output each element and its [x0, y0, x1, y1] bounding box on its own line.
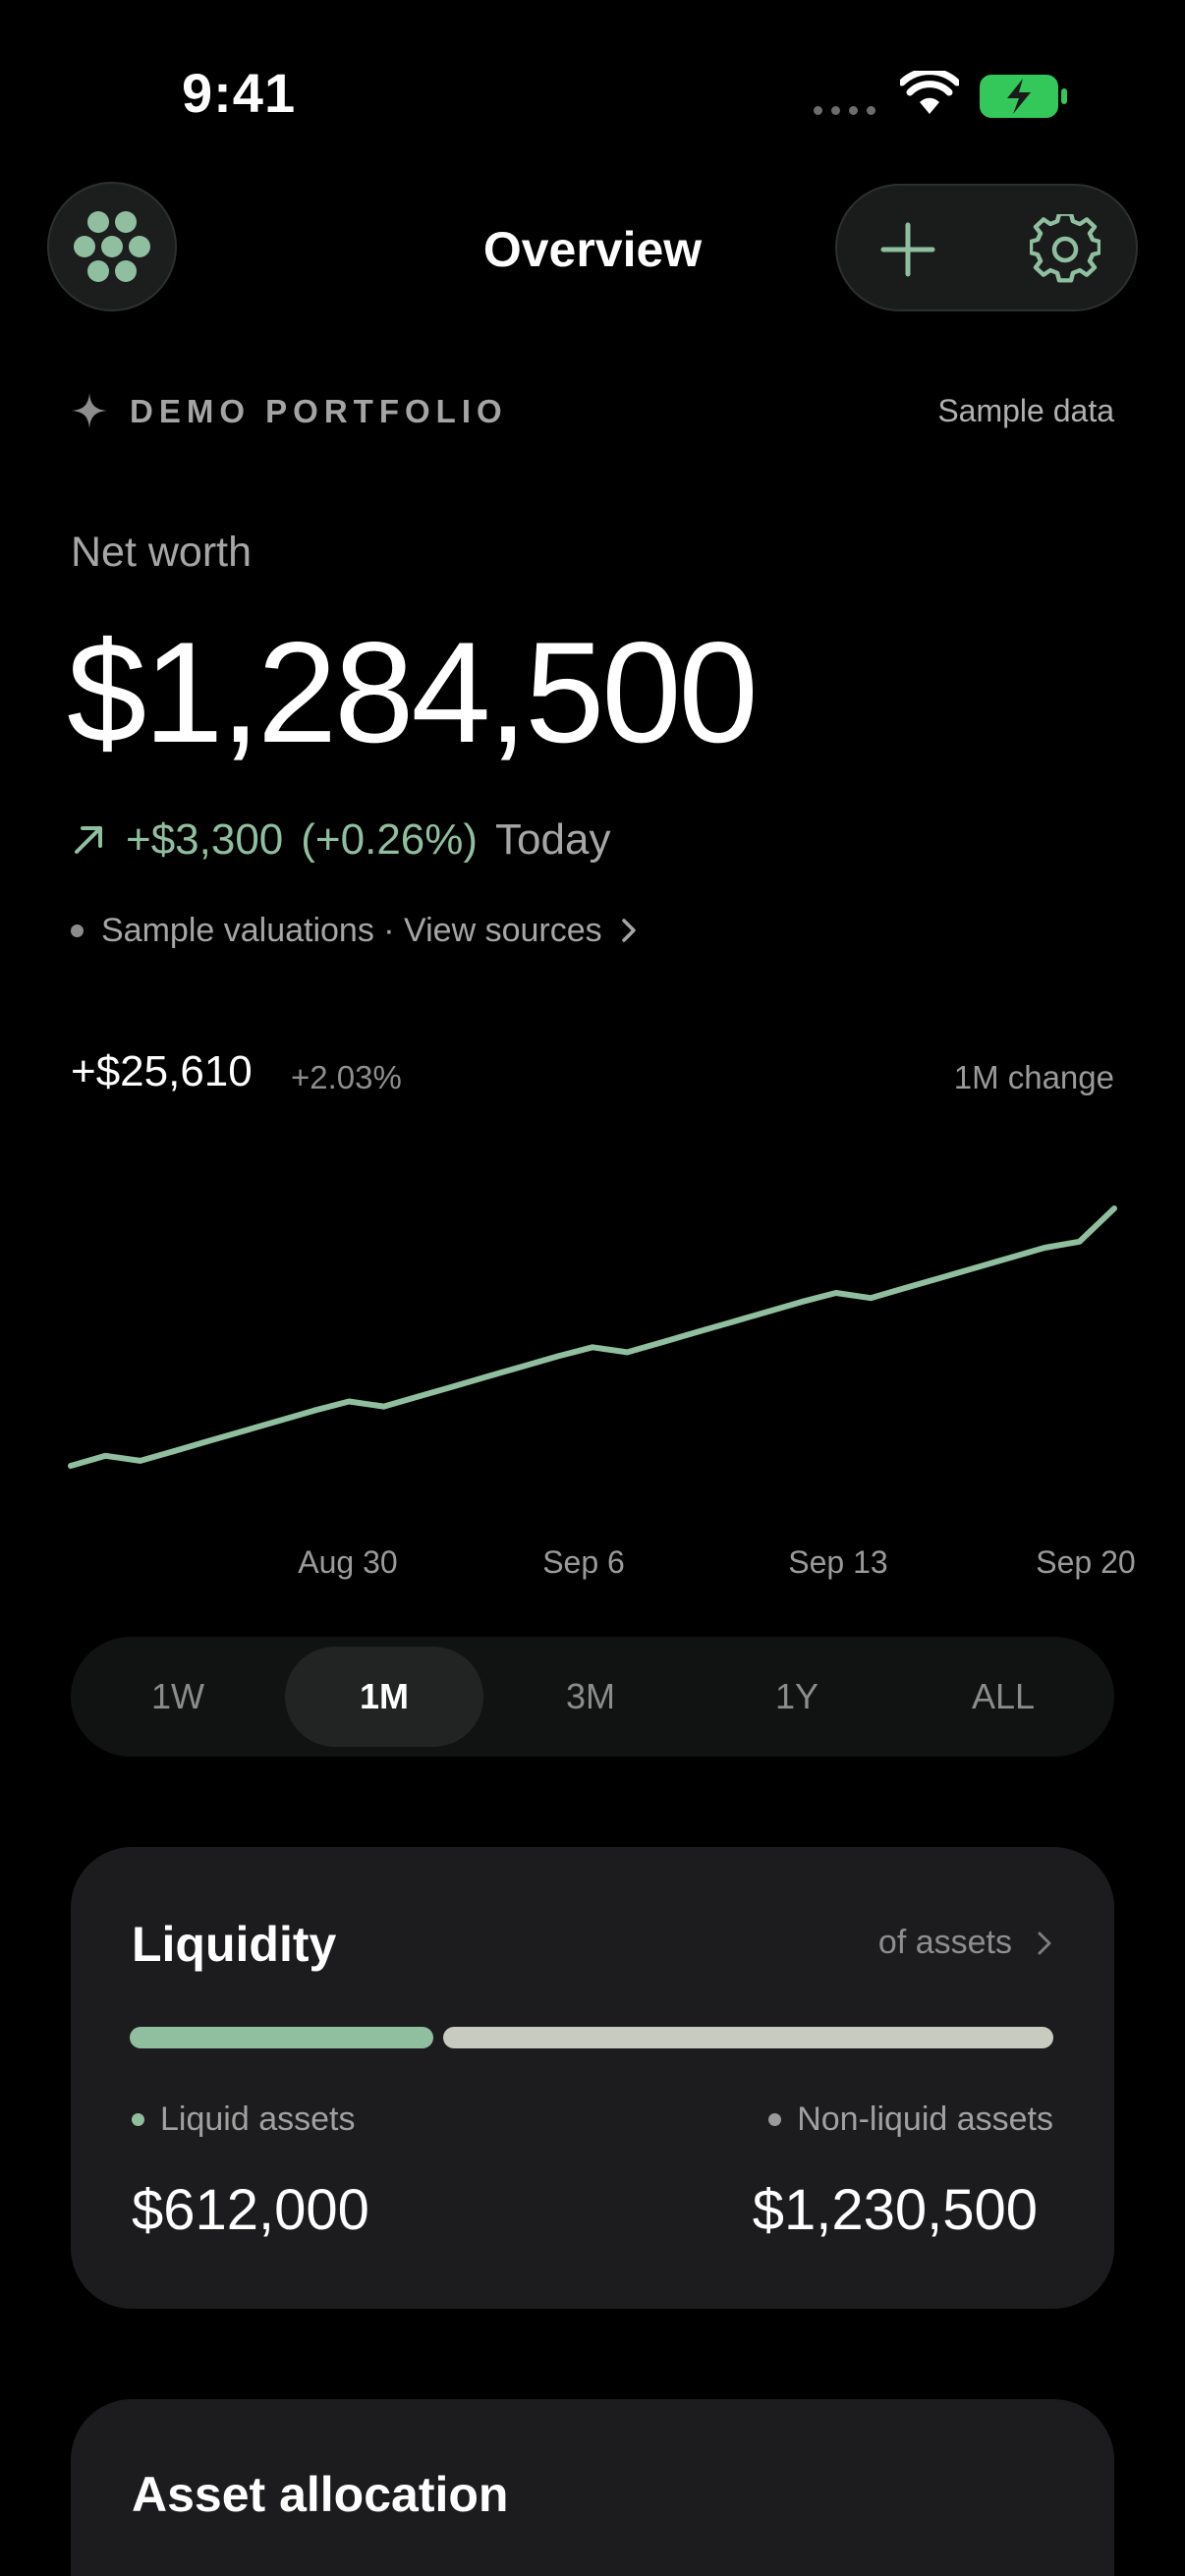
- liquid-assets-label: Liquid assets: [160, 2100, 356, 2138]
- net-worth-value: $1,284,500: [67, 612, 759, 772]
- period-change-label: 1M change: [953, 1059, 1114, 1095]
- daily-change-amount: +$3,300: [126, 815, 284, 864]
- arrow-up-right-icon: [75, 826, 102, 854]
- range-tab-all[interactable]: ALL: [904, 1647, 1102, 1747]
- range-tab-1y[interactable]: 1Y: [698, 1647, 896, 1747]
- asset-allocation-card[interactable]: Asset allocation: [71, 2399, 1114, 2576]
- daily-change-percent: (+0.26%): [301, 815, 479, 864]
- liquidity-link[interactable]: of assets: [878, 1924, 1053, 1962]
- liquidity-bar: [130, 2027, 1053, 2048]
- chart-x-tick-label: Sep 6: [542, 1544, 625, 1580]
- range-tab-3m[interactable]: 3M: [491, 1647, 690, 1747]
- demo-portfolio-row: DEMO PORTFOLIO Sample data: [71, 389, 1114, 438]
- status-time: 9:41: [182, 62, 297, 124]
- chart-x-tick-label: Sep 20: [1036, 1544, 1136, 1580]
- range-tab-1m[interactable]: 1M: [285, 1647, 483, 1747]
- liquidity-card[interactable]: Liquidity of assets Liquid assets Non-li…: [71, 1847, 1114, 2309]
- nonliquid-legend-dot-icon: [768, 2113, 782, 2126]
- chart-x-axis: Aug 30 Sep 6 Sep 13 Sep 20: [0, 1544, 1185, 1590]
- sparkle-icon: [72, 393, 107, 428]
- daily-change-row: +$3,300 (+0.26%) Today: [71, 811, 610, 869]
- liquid-assets-value: $612,000: [132, 2178, 369, 2242]
- net-worth-label: Net worth: [71, 529, 253, 576]
- battery-charging-icon: [980, 75, 1067, 118]
- chevron-right-icon: [621, 919, 636, 942]
- view-sources-link[interactable]: Sample valuations · View sources: [71, 906, 638, 955]
- liquid-assets-legend: Liquid assets: [132, 2100, 355, 2139]
- liquidity-link-label: of assets: [877, 1924, 1012, 1961]
- sample-data-label: Sample data: [937, 393, 1114, 428]
- liquid-assets-bar: [130, 2027, 433, 2048]
- wifi-icon: [900, 71, 959, 114]
- header: Overview: [0, 182, 1185, 314]
- plus-icon: [880, 222, 935, 277]
- demo-portfolio-label: DEMO PORTFOLIO: [130, 393, 508, 429]
- chart-x-tick-label: Sep 13: [788, 1544, 888, 1580]
- cellular-signal-icon: [814, 106, 875, 115]
- chevron-right-icon: [1038, 1932, 1051, 1954]
- daily-change-period: Today: [495, 815, 611, 864]
- range-tab-1w[interactable]: 1W: [79, 1647, 277, 1747]
- period-change-amount: +$25,610: [71, 1047, 253, 1095]
- chart-x-tick-label: Aug 30: [298, 1544, 398, 1580]
- add-button[interactable]: [867, 208, 949, 291]
- nonliquid-assets-bar: [443, 2027, 1053, 2048]
- sources-dot-icon: [71, 924, 84, 937]
- net-worth-series-line: [68, 1205, 1117, 1469]
- liquid-legend-dot-icon: [132, 2113, 144, 2126]
- nonliquid-assets-legend: Non-liquid assets: [768, 2100, 1053, 2139]
- settings-button[interactable]: [1024, 208, 1106, 291]
- header-actions: [835, 184, 1138, 311]
- view-sources-text: Sample valuations · View sources: [101, 911, 602, 949]
- nonliquid-assets-label: Non-liquid assets: [797, 2100, 1053, 2138]
- period-change-percent: +2.03%: [291, 1059, 402, 1095]
- liquidity-title: Liquidity: [132, 1917, 337, 1972]
- net-worth-line-chart[interactable]: [0, 1169, 1185, 1523]
- nonliquid-assets-value: $1,230,500: [752, 2178, 1038, 2242]
- asset-allocation-title: Asset allocation: [132, 2467, 509, 2522]
- status-bar: 9:41: [0, 0, 1185, 177]
- gear-icon: [1030, 214, 1100, 283]
- range-selector: 1W 1M 3M 1Y ALL: [71, 1637, 1114, 1757]
